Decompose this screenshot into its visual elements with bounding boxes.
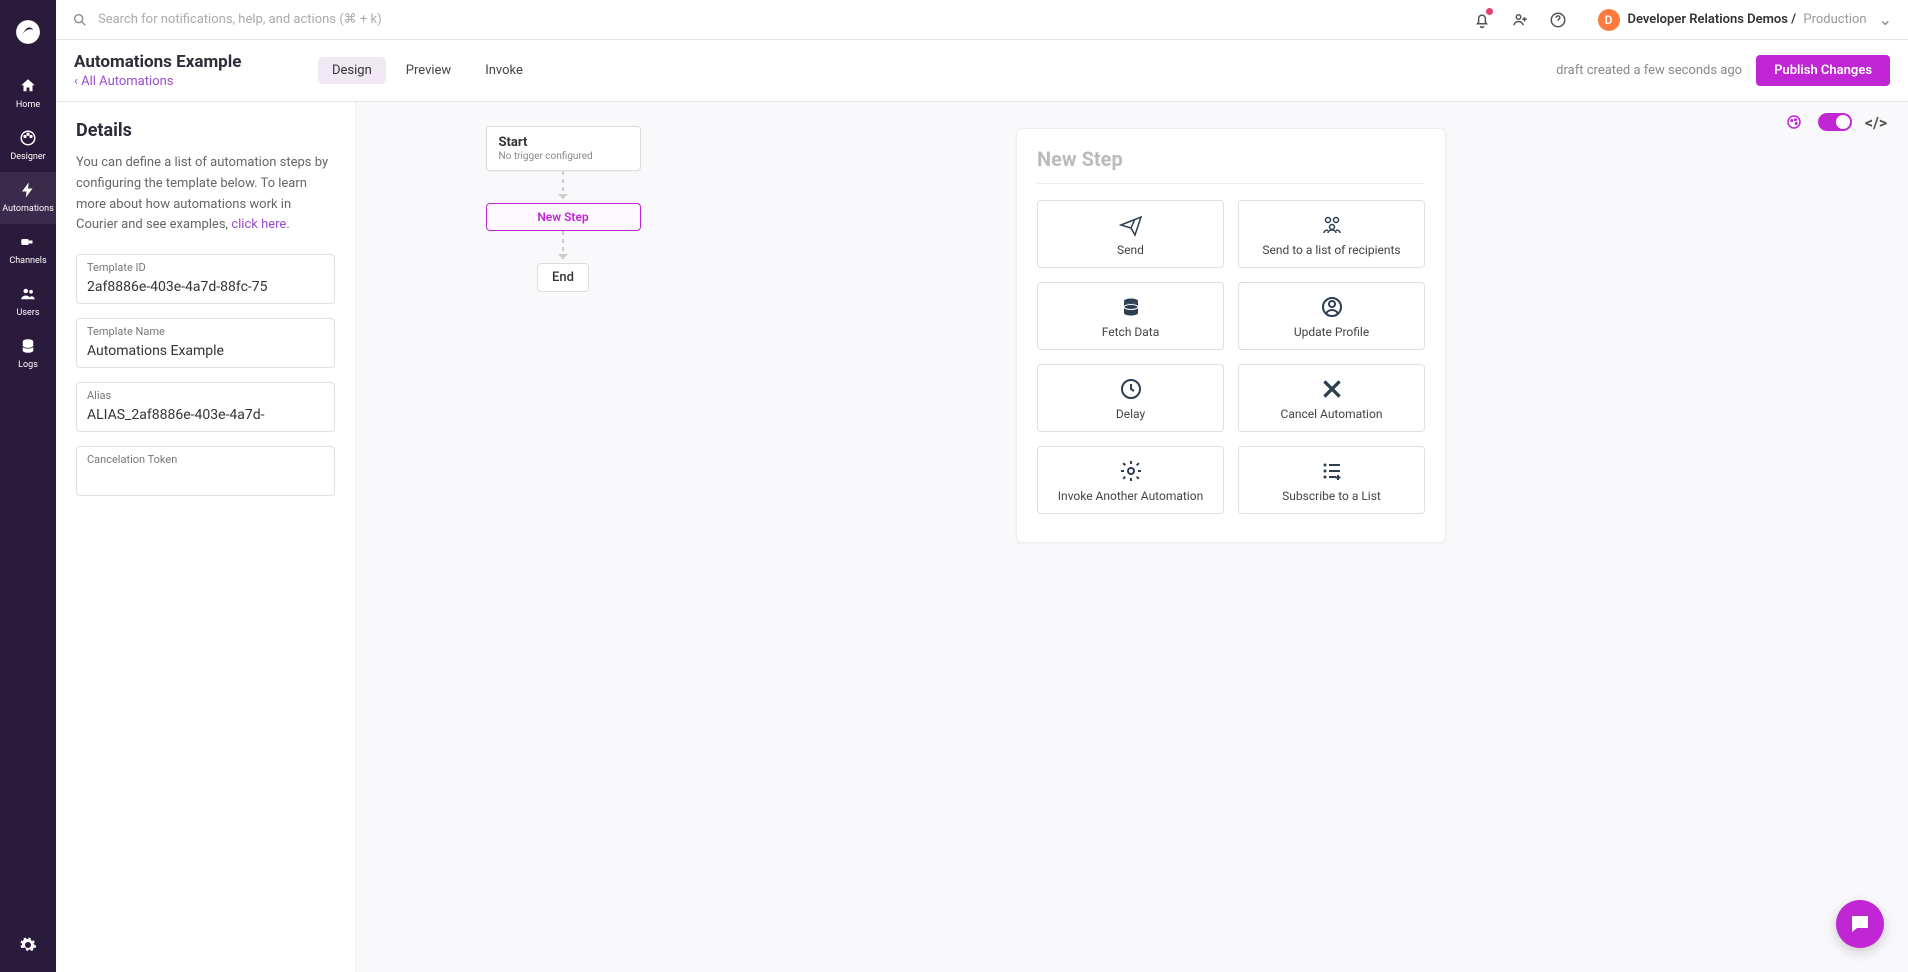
nav-home[interactable]: Home: [0, 68, 56, 120]
account-switcher[interactable]: D Developer Relations Demos / Production…: [1598, 9, 1893, 31]
home-icon: [18, 76, 38, 96]
notifications-icon[interactable]: [1472, 10, 1492, 30]
theme-icon[interactable]: [1784, 112, 1804, 132]
clock-icon: [1117, 375, 1145, 403]
chevron-down-icon: ⌄: [1879, 10, 1892, 29]
database-icon: [1117, 293, 1145, 321]
avatar: D: [1598, 9, 1620, 31]
profile-icon: [1318, 293, 1346, 321]
draft-status: draft created a few seconds ago: [1556, 63, 1742, 78]
template-name-field[interactable]: Template Name: [76, 318, 335, 368]
send-icon: [1117, 211, 1145, 239]
publish-button[interactable]: Publish Changes: [1756, 55, 1890, 86]
view-toggle[interactable]: [1818, 113, 1852, 131]
nav-label: Home: [16, 100, 40, 110]
nav-sidebar: Home Designer Automations Channels Users…: [0, 0, 56, 972]
plug-icon: [18, 232, 38, 252]
tab-design[interactable]: Design: [318, 57, 386, 84]
template-id-input[interactable]: [87, 279, 324, 295]
template-id-field[interactable]: Template ID: [76, 254, 335, 304]
details-description: You can define a list of automation step…: [76, 153, 335, 236]
nav-automations[interactable]: Automations: [0, 172, 56, 224]
search-icon: [72, 12, 88, 28]
docs-link[interactable]: click here: [231, 217, 286, 232]
nav-channels[interactable]: Channels: [0, 224, 56, 276]
alias-field[interactable]: Alias: [76, 382, 335, 432]
database-icon: [18, 336, 38, 356]
code-view-icon[interactable]: </>: [1866, 112, 1886, 132]
step-cancel[interactable]: Cancel Automation: [1238, 364, 1425, 432]
flow-connector: [562, 171, 564, 203]
step-update-profile[interactable]: Update Profile: [1238, 282, 1425, 350]
step-fetch-data[interactable]: Fetch Data: [1037, 282, 1224, 350]
details-panel: Details You can define a list of automat…: [56, 102, 356, 972]
step-subscribe[interactable]: Subscribe to a List: [1238, 446, 1425, 514]
users-icon: [18, 284, 38, 304]
breadcrumb-back[interactable]: ‹ All Automations: [74, 74, 318, 89]
bolt-icon: [18, 180, 38, 200]
nav-label: Designer: [10, 152, 45, 162]
page-title: Automations Example: [74, 52, 318, 72]
gear-icon: [1117, 457, 1145, 485]
nav-label: Logs: [18, 360, 38, 370]
help-icon[interactable]: [1548, 10, 1568, 30]
flow-start-node[interactable]: Start No trigger configured: [486, 126, 641, 171]
alias-input[interactable]: [87, 407, 324, 423]
chat-icon: [1848, 912, 1872, 936]
step-invoke[interactable]: Invoke Another Automation: [1037, 446, 1224, 514]
canvas: </> Start No trigger configured New Step…: [356, 102, 1908, 972]
org-name: Developer Relations Demos: [1628, 12, 1788, 27]
cancel-token-field[interactable]: Cancelation Token: [76, 446, 335, 496]
tab-invoke[interactable]: Invoke: [471, 57, 537, 84]
new-step-button[interactable]: New Step: [486, 203, 641, 231]
new-step-panel: New Step Send Send to a list of recipien…: [1016, 128, 1446, 543]
env-name: Production: [1803, 12, 1866, 27]
new-step-panel-title: New Step: [1037, 147, 1425, 184]
step-send[interactable]: Send: [1037, 200, 1224, 268]
step-delay[interactable]: Delay: [1037, 364, 1224, 432]
list-icon: [1318, 457, 1346, 485]
nav-settings[interactable]: [0, 924, 56, 972]
nav-label: Automations: [2, 204, 53, 214]
template-name-input[interactable]: [87, 343, 324, 359]
nav-users[interactable]: Users: [0, 276, 56, 328]
step-send-list[interactable]: Send to a list of recipients: [1238, 200, 1425, 268]
palette-icon: [18, 128, 38, 148]
flow-end-node: End: [537, 263, 589, 292]
flow-connector: [562, 231, 564, 263]
search-input[interactable]: [98, 12, 498, 27]
gear-icon: [19, 936, 37, 954]
cancel-token-input[interactable]: [87, 471, 324, 487]
chat-fab[interactable]: [1836, 900, 1884, 948]
details-title: Details: [76, 120, 335, 141]
cancel-icon: [1318, 375, 1346, 403]
app-logo: [12, 16, 44, 48]
nav-label: Users: [17, 308, 40, 318]
nav-designer[interactable]: Designer: [0, 120, 56, 172]
page-header: Automations Example ‹ All Automations De…: [56, 40, 1908, 102]
nav-label: Channels: [9, 256, 46, 266]
tab-preview[interactable]: Preview: [392, 57, 465, 84]
invite-icon[interactable]: [1510, 10, 1530, 30]
topbar: D Developer Relations Demos / Production…: [56, 0, 1908, 40]
recipients-icon: [1318, 211, 1346, 239]
nav-logs[interactable]: Logs: [0, 328, 56, 380]
